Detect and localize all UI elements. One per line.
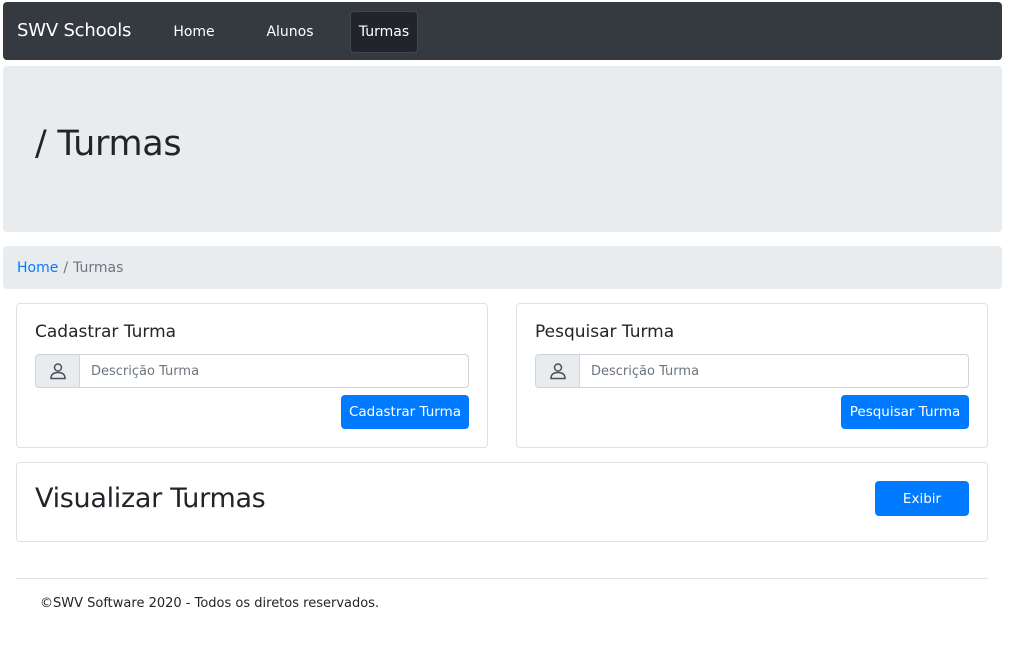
navbar-brand[interactable]: SWV Schools	[17, 20, 131, 41]
breadcrumb-separator: /	[63, 259, 69, 276]
pesquisar-turma-card: Pesquisar Turma Pesquisar Turma	[516, 303, 988, 448]
user-icon	[535, 354, 580, 388]
visualizar-turmas-card: Visualizar Turmas Exibir	[16, 462, 988, 542]
footer-copyright: ©SWV Software 2020 - Todos os diretos re…	[40, 596, 380, 611]
breadcrumb-current: Turmas	[73, 259, 124, 276]
nav-item-home[interactable]: Home	[163, 11, 225, 53]
pesquisar-input-group	[535, 354, 969, 388]
cadastrar-turma-title: Cadastrar Turma	[35, 322, 177, 342]
footer-divider	[16, 578, 988, 579]
page-header: / Turmas	[3, 66, 1002, 232]
pesquisar-turma-button[interactable]: Pesquisar Turma	[841, 395, 969, 429]
nav-item-turmas[interactable]: Turmas	[350, 11, 418, 53]
pesquisar-descricao-input[interactable]	[580, 354, 969, 388]
page-title: / Turmas	[35, 124, 182, 164]
breadcrumb-home-link[interactable]: Home	[17, 260, 58, 276]
cadastrar-turma-card: Cadastrar Turma Cadastrar Turma	[16, 303, 488, 448]
pesquisar-turma-title: Pesquisar Turma	[535, 322, 675, 342]
visualizar-turmas-title: Visualizar Turmas	[35, 483, 266, 514]
cadastrar-descricao-input[interactable]	[80, 354, 469, 388]
cadastrar-turma-button[interactable]: Cadastrar Turma	[341, 395, 469, 429]
exibir-button[interactable]: Exibir	[875, 481, 969, 516]
user-icon	[35, 354, 80, 388]
breadcrumb: Home / Turmas	[3, 246, 1002, 289]
navbar: SWV Schools Home Alunos Turmas	[3, 2, 1002, 60]
nav-item-alunos[interactable]: Alunos	[255, 11, 325, 53]
cadastrar-input-group	[35, 354, 469, 388]
